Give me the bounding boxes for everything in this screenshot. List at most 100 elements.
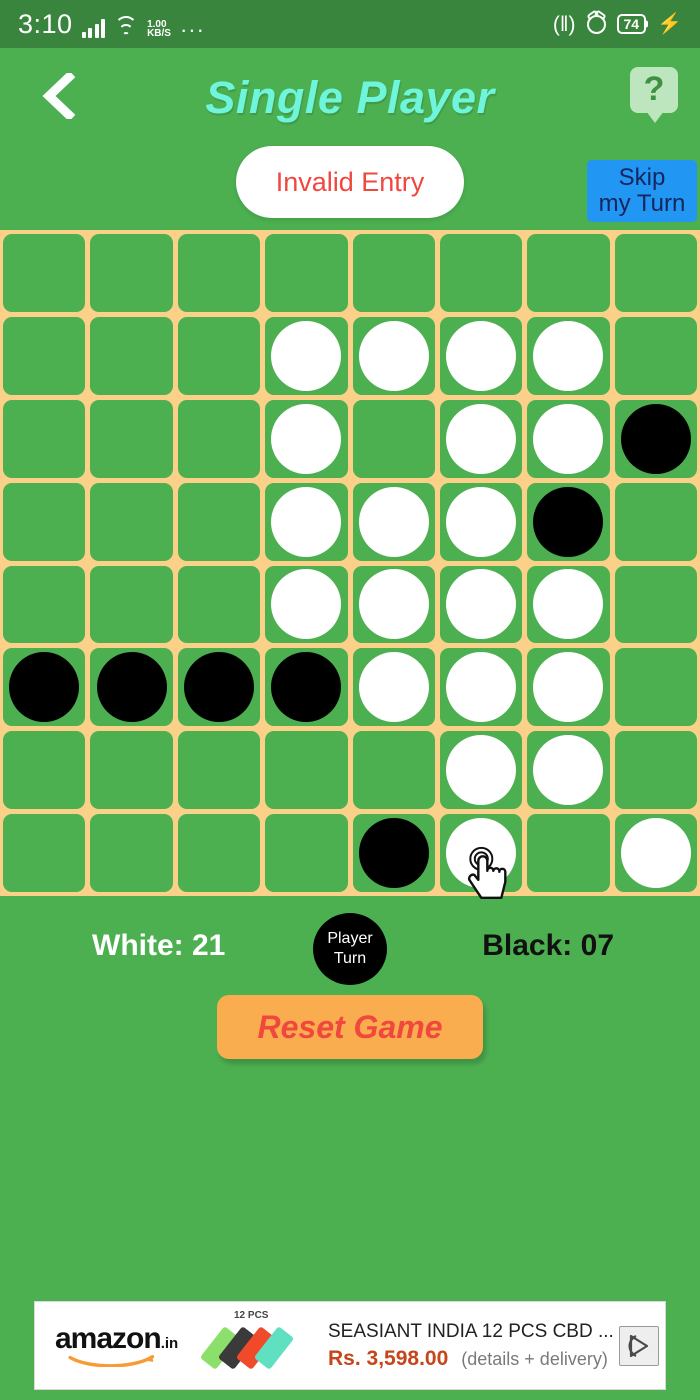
board-cell-r1c4[interactable]	[265, 234, 348, 312]
white-disc	[533, 652, 604, 723]
board-cell-r4c6[interactable]	[439, 482, 523, 561]
white-disc	[446, 818, 517, 889]
board-cell-r2c3[interactable]	[177, 316, 261, 395]
board-cell-r1c3[interactable]	[177, 234, 261, 312]
board-cell-r6c8[interactable]	[614, 648, 697, 727]
black-score: Black: 07	[482, 929, 614, 962]
board-cell-r8c6[interactable]	[439, 814, 523, 900]
help-bubble-tail	[646, 111, 664, 123]
board-cell-r1c1[interactable]	[3, 234, 86, 312]
board-cell-r7c1[interactable]	[3, 731, 86, 810]
board-cell-r4c5[interactable]	[352, 482, 435, 561]
black-disc	[620, 403, 691, 474]
board-cell-r4c3[interactable]	[177, 482, 261, 561]
board-cell-r4c4[interactable]	[265, 482, 348, 561]
board-cell-r8c2[interactable]	[90, 814, 173, 892]
board-cell-r2c7[interactable]	[527, 316, 610, 395]
board-cell-r6c6[interactable]	[439, 648, 523, 727]
status-clock: 3:10	[18, 8, 73, 39]
board-cell-r6c5[interactable]	[352, 648, 435, 727]
board-cell-r5c8[interactable]	[614, 565, 697, 644]
ad-banner[interactable]: amazon.in 12 PCS SEASIANT INDIA 12 PCS C…	[34, 1301, 666, 1390]
toast-message: Invalid Entry	[236, 146, 464, 218]
board-cell-r8c3[interactable]	[177, 814, 261, 892]
board-cell-r2c4[interactable]	[265, 316, 348, 395]
board-cell-r5c7[interactable]	[527, 565, 610, 644]
board-cell-r8c1[interactable]	[3, 814, 86, 892]
ad-price: Rs. 3,598.00	[328, 1346, 449, 1370]
board-cell-r3c1[interactable]	[3, 399, 86, 478]
white-disc	[358, 569, 429, 640]
app-header: Single Player ?	[0, 48, 700, 143]
board-cell-r7c4[interactable]	[265, 731, 348, 810]
status-bar-left: 3:10 1.00 KB/S ···	[18, 8, 205, 42]
board-cell-r5c4[interactable]	[265, 565, 348, 644]
board-cell-r5c1[interactable]	[3, 565, 86, 644]
white-disc	[446, 320, 517, 391]
board-cell-r3c4[interactable]	[265, 399, 348, 478]
board-cell-r4c8[interactable]	[614, 482, 697, 561]
board-cell-r5c2[interactable]	[90, 565, 173, 644]
board-cell-r6c7[interactable]	[527, 648, 610, 727]
board-cell-r2c2[interactable]	[90, 316, 173, 395]
board-cell-r7c3[interactable]	[177, 731, 261, 810]
board-cell-r7c6[interactable]	[439, 731, 523, 810]
board-cell-r2c1[interactable]	[3, 316, 86, 395]
board-cell-r3c3[interactable]	[177, 399, 261, 478]
board-cell-r5c3[interactable]	[177, 565, 261, 644]
board-cell-r1c6[interactable]	[439, 234, 523, 312]
board-cell-r1c7[interactable]	[527, 234, 610, 312]
board-cell-r3c2[interactable]	[90, 399, 173, 478]
board-cell-r7c2[interactable]	[90, 731, 173, 810]
amazon-tld: .in	[160, 1335, 179, 1352]
amazon-smile-icon	[68, 1355, 155, 1367]
alarm-icon	[586, 14, 606, 34]
board-cell-r1c8[interactable]	[614, 234, 697, 312]
board-cell-r4c1[interactable]	[3, 482, 86, 561]
network-speed-unit: KB/S	[147, 27, 171, 39]
board-cell-r7c8[interactable]	[614, 731, 697, 810]
amazon-brand: amazon	[55, 1322, 162, 1355]
help-button[interactable]: ?	[630, 67, 682, 123]
game-board[interactable]	[0, 230, 700, 900]
overflow-dots-icon: ···	[179, 16, 205, 42]
board-cell-r4c2[interactable]	[90, 482, 173, 561]
board-cell-r7c7[interactable]	[527, 731, 610, 810]
black-disc	[533, 486, 604, 557]
question-mark-icon: ?	[643, 70, 665, 108]
board-cell-r1c2[interactable]	[90, 234, 173, 312]
skip-turn-button[interactable]: Skip my Turn	[587, 160, 697, 222]
board-cell-r2c5[interactable]	[352, 316, 435, 395]
board-cell-r8c5[interactable]	[352, 814, 435, 892]
ad-pcs-label: 12 PCS	[234, 1309, 269, 1321]
board-cell-r8c7[interactable]	[527, 814, 610, 892]
skip-turn-line1: Skip	[618, 164, 666, 192]
board-cell-r6c1[interactable]	[3, 648, 86, 727]
board-cell-r8c4[interactable]	[265, 814, 348, 892]
reset-game-button[interactable]: Reset Game	[217, 995, 483, 1059]
app-root: 3:10 1.00 KB/S ··· (‖) 74 ⚡ Single Playe…	[0, 0, 700, 1400]
toast-text: Invalid Entry	[275, 166, 425, 197]
board-cell-r3c5[interactable]	[352, 399, 435, 478]
ad-delivery-note: (details + delivery)	[461, 1348, 608, 1369]
ad-product-image: 12 PCS	[199, 1306, 320, 1386]
board-cell-r1c5[interactable]	[352, 234, 435, 312]
page-title: Single Player	[205, 72, 495, 123]
white-disc	[446, 735, 517, 806]
board-cell-r7c5[interactable]	[352, 731, 435, 810]
board-cell-r3c6[interactable]	[439, 399, 523, 478]
adchoices-button[interactable]	[619, 1325, 659, 1366]
board-cell-r6c3[interactable]	[177, 648, 261, 727]
white-disc	[271, 320, 342, 391]
board-cell-r4c7[interactable]	[527, 482, 610, 561]
wifi-icon	[114, 15, 138, 38]
board-cell-r5c6[interactable]	[439, 565, 523, 644]
board-cell-r3c7[interactable]	[527, 399, 610, 478]
board-cell-r6c4[interactable]	[265, 648, 348, 727]
board-cell-r8c8[interactable]	[614, 814, 697, 892]
board-cell-r3c8[interactable]	[614, 399, 697, 478]
board-cell-r2c8[interactable]	[614, 316, 697, 395]
board-cell-r6c2[interactable]	[90, 648, 173, 727]
board-cell-r2c6[interactable]	[439, 316, 523, 395]
board-cell-r5c5[interactable]	[352, 565, 435, 644]
